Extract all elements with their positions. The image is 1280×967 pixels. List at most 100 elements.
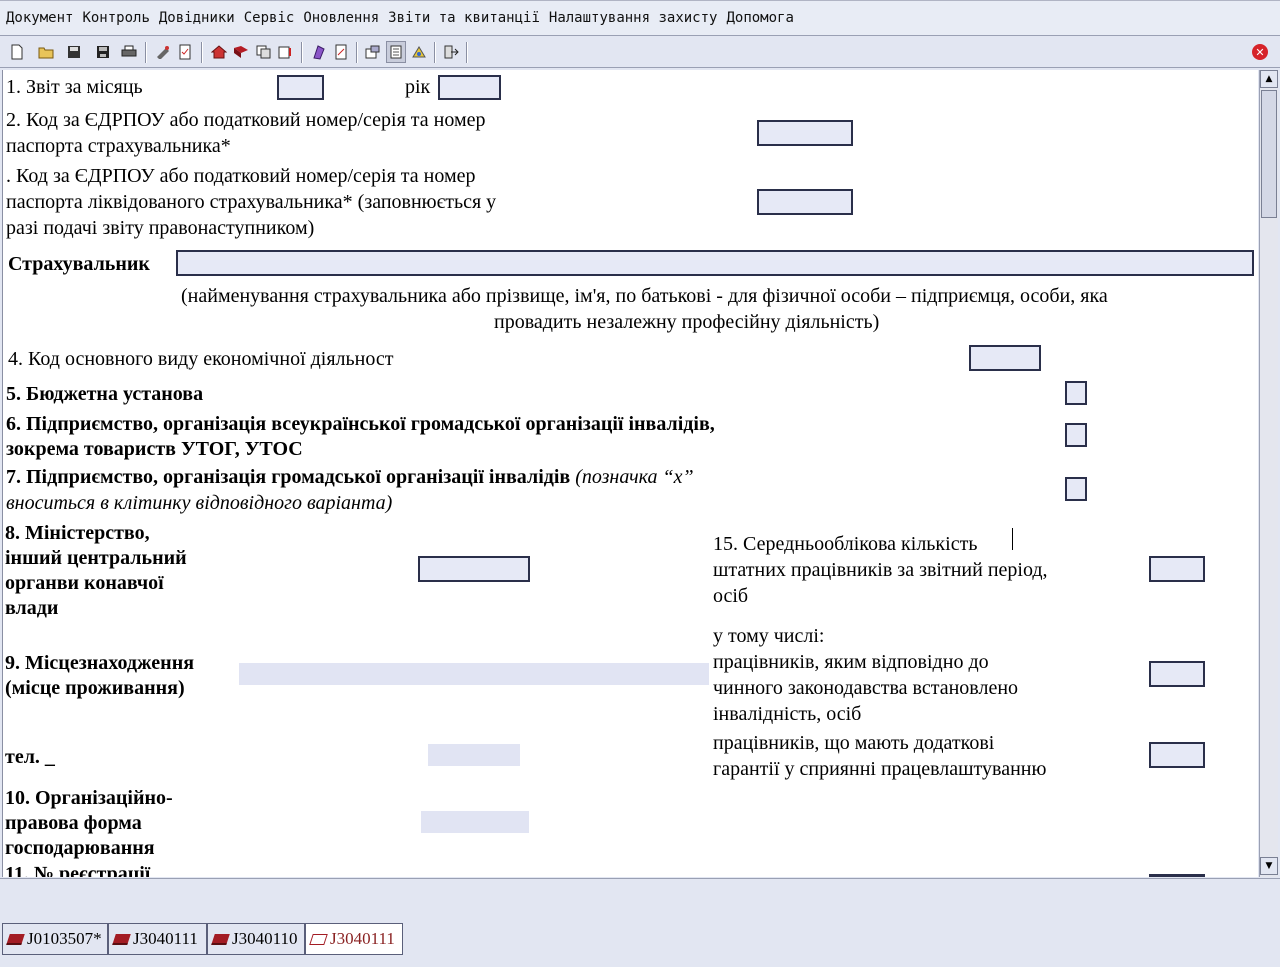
field-1-label: 1. Звіт за місяць [6,76,143,98]
field-10-label-line2: правова форма [5,812,142,834]
utog-utos-checkbox[interactable] [1065,423,1087,447]
field-8-label-line4: влади [5,597,59,619]
doc-tab-label: J3040111 [133,929,198,948]
new-document-icon[interactable] [7,41,27,63]
field-2-label-line2: паспорта страхувальника* [6,135,231,157]
toolbar [0,36,1280,68]
doc-tab-label: J3040110 [232,929,298,948]
phone-input[interactable] [428,744,520,766]
field-2-label-line1: 2. Код за ЄДРПОУ або податковий номер/се… [6,109,486,131]
kved-input[interactable] [969,345,1041,371]
copy-icon[interactable] [254,41,274,63]
field-11-input-edge [1149,874,1205,877]
field-3-label-line2: паспорта ліквідованого страхувальника* (… [6,191,497,213]
report-form: 1. Звіт за місяць рік 2. Код за ЄДРПОУ а… [2,70,1258,877]
field-8-label-line1: 8. Міністерство, [5,522,150,544]
liquidated-edrpou-input[interactable] [757,189,853,215]
doc-tab-1[interactable]: J0103507* [2,923,108,955]
book-icon[interactable] [231,41,251,63]
edrpou-input[interactable] [757,120,853,146]
field-6-label-line2: зокрема товариств УТОГ, УТОС [6,438,303,460]
field-7-label-line1: 7. Підприємство, організація громадської… [6,464,694,490]
text-cursor [1012,528,1013,550]
field-7-italic: (позначка “х” [570,466,694,488]
guarantees-label-line2: гарантії у сприянні працевлаштуванню [713,758,1047,780]
field-7-bold: 7. Підприємство, організація громадської… [6,466,571,488]
menu-document[interactable]: Документ [6,10,73,26]
field-6-label-line1: 6. Підприємство, організація всеукраїнсь… [6,413,715,435]
field-9-label-line2: (місце проживання) [5,677,185,699]
disabled-workers-input[interactable] [1149,661,1205,687]
month-input[interactable] [277,75,324,100]
properties-icon[interactable] [363,41,383,63]
field-8-label-line3: органви конавчої [5,572,164,594]
field-9-label-line1: 9. Місцезнаходження [5,652,195,674]
book-icon [6,933,25,945]
import-icon[interactable] [276,41,296,63]
menu-updates[interactable]: Оновлення [303,10,379,26]
field-15-label-line1: 15. Середньооблікова кількість [713,533,978,555]
menu-references[interactable]: Довідники [159,10,235,26]
doc-tab-2[interactable]: J3040111 [108,923,207,955]
exit-icon[interactable] [441,41,461,63]
disabled-org-checkbox[interactable] [1065,477,1087,501]
field-10-label-line3: господарювання [5,837,155,859]
budget-institution-checkbox[interactable] [1065,381,1087,405]
field-7-label-line2: вноситься в клітинку відповідного варіан… [6,492,393,514]
field-5-label: 5. Бюджетна установа [6,383,204,405]
open-book-icon [309,933,328,945]
close-icon[interactable]: ✕ [1252,44,1268,60]
document-tabs-bar: J0103507* J3040111 J3040110 J3040111 [0,878,1280,967]
guarantee-workers-input[interactable] [1149,742,1205,768]
home-icon[interactable] [209,41,229,63]
including-label: у тому числі: [713,625,825,647]
menu-control[interactable]: Контроль [82,10,149,26]
insurer-label: Страхувальник [8,253,150,275]
field-15-label-line3: осіб [713,585,749,607]
menu-help[interactable]: Допомога [726,10,793,26]
doc-tab-4-active[interactable]: J3040111 [305,923,403,955]
menu-reports[interactable]: Звіти та квитанції [388,10,540,26]
check-document-icon[interactable] [175,41,195,63]
print-icon[interactable] [119,41,139,63]
save-icon[interactable] [64,41,84,63]
scroll-thumb[interactable] [1261,90,1277,218]
insurer-note-line2: провадить незалежну професійну діяльніст… [494,311,880,333]
menu-bar: Документ Контроль Довідники Сервіс Оновл… [0,0,1280,36]
pdf-icon[interactable] [331,41,351,63]
disabled-workers-label-line1: працівників, яким відповідно до [713,651,989,673]
avg-staff-input[interactable] [1149,556,1205,582]
field-3-label-line3: разі подачі звіту правонаступником) [6,217,315,239]
menu-security-settings[interactable]: Налаштування захисту [549,10,718,26]
save-as-icon[interactable] [93,41,113,63]
tools-icon[interactable] [153,41,173,63]
field-15-label-line2: штатних працівників за звітний період, [713,559,1048,581]
scroll-up-icon[interactable]: ▲ [1260,70,1278,88]
form-view-icon[interactable] [386,41,406,63]
phone-label: тел. _ [5,746,55,768]
doc-tab-label: J3040111 [330,929,395,948]
year-input[interactable] [438,75,501,100]
doc-tab-3[interactable]: J3040110 [207,923,305,955]
insurer-name-input[interactable] [176,250,1254,276]
field-4-label: 4. Код основного виду економічної діяльн… [8,348,394,370]
guarantees-label-line1: працівників, що мають додаткові [713,732,995,754]
doc-tab-label: J0103507* [27,929,102,948]
refresh-icon[interactable] [409,41,429,63]
field-8-label-line2: інший центральний [5,547,187,569]
scroll-down-icon[interactable]: ▼ [1260,857,1278,875]
sign-icon[interactable] [309,41,329,63]
disabled-workers-label-line3: інвалідність, осіб [713,703,862,725]
address-input[interactable] [239,663,709,685]
field-10-label-line1: 10. Організаційно- [5,787,173,809]
book-icon [112,933,131,945]
year-label: рік [405,76,431,98]
vertical-scrollbar[interactable]: ▲ ▼ [1259,70,1278,877]
ministry-input[interactable] [418,556,530,582]
book-icon [211,933,230,945]
field-3-label-line1: . Код за ЄДРПОУ або податковий номер/сер… [6,165,476,187]
org-legal-form-input[interactable] [421,811,529,833]
insurer-note-line1: (найменування страхувальника або прізвищ… [181,285,1108,307]
menu-service[interactable]: Сервіс [244,10,295,26]
open-folder-icon[interactable] [36,41,56,63]
